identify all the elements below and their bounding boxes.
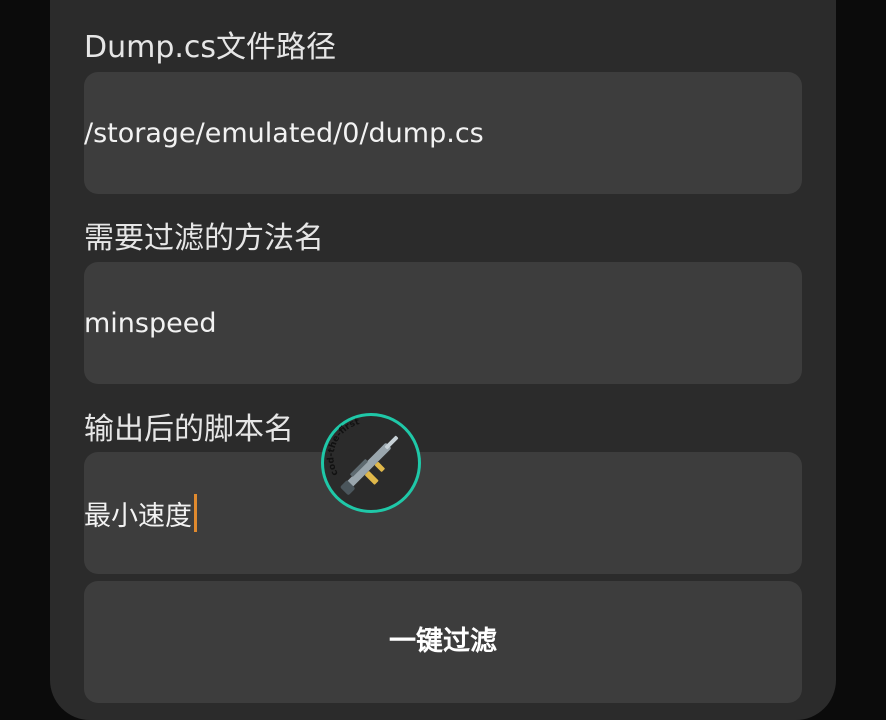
script-name-value: 最小速度 <box>84 500 192 532</box>
dump-path-value: /storage/emulated/0/dump.cs <box>84 117 484 149</box>
method-name-label: 需要过滤的方法名 <box>84 221 324 256</box>
text-caret <box>194 494 197 532</box>
script-name-field[interactable]: 最小速度 <box>84 452 802 574</box>
method-name-value: minspeed <box>84 307 217 339</box>
dump-path-field[interactable]: /storage/emulated/0/dump.cs <box>84 72 802 194</box>
dump-path-label: Dump.cs文件路径 <box>84 30 337 65</box>
filter-button-label: 一键过滤 <box>389 626 497 656</box>
script-name-label: 输出后的脚本名 <box>84 412 294 447</box>
filter-button[interactable]: 一键过滤 <box>84 581 802 703</box>
method-name-field[interactable]: minspeed <box>84 262 802 384</box>
script-name-value-wrap: 最小速度 <box>84 452 197 574</box>
rifle-icon: cod-the-first <box>326 417 399 495</box>
floating-overlay-badge[interactable]: cod-the-first <box>321 413 421 513</box>
